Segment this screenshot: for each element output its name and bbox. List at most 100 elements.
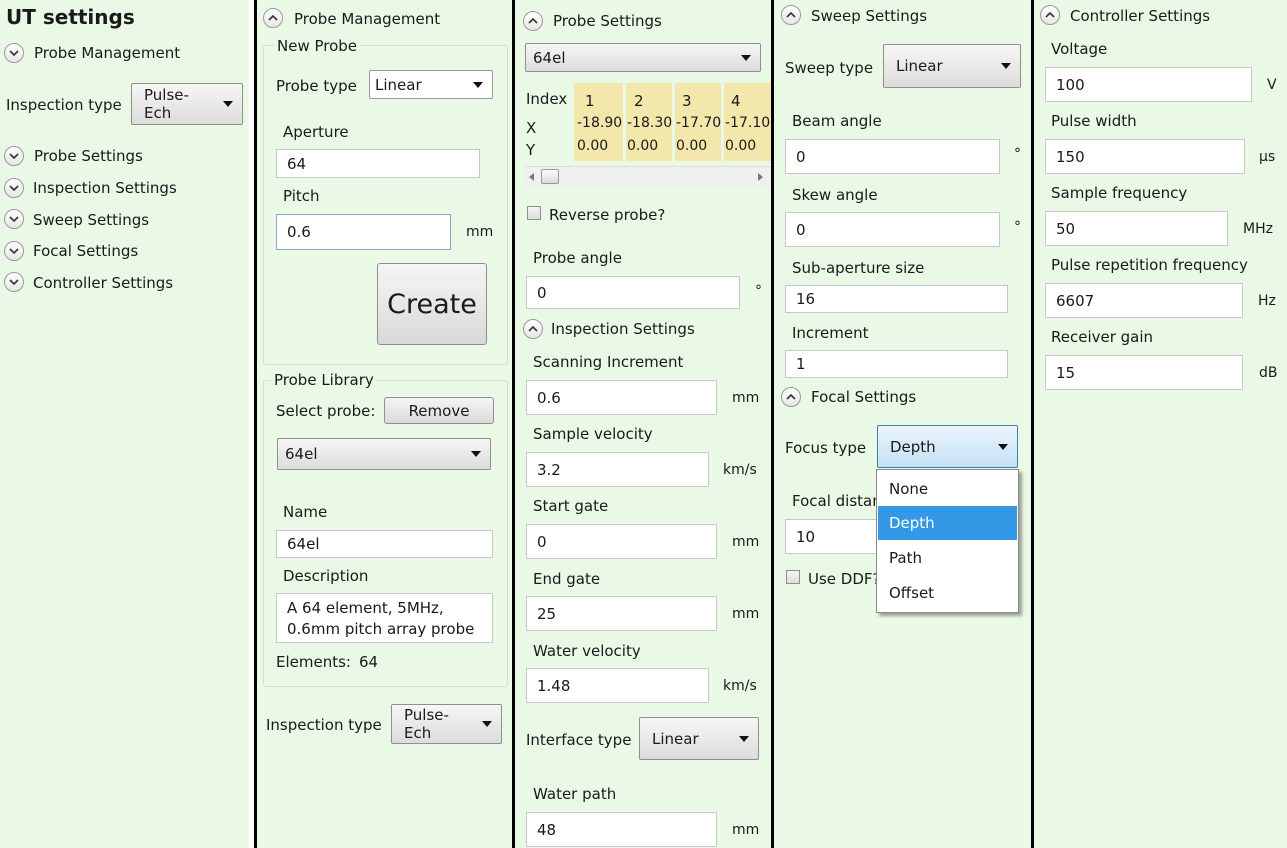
dropdown-option-path[interactable]: Path xyxy=(878,541,1017,575)
chevron-up-icon[interactable] xyxy=(781,5,801,25)
pulse-width-input[interactable]: 150 xyxy=(1045,139,1245,174)
voltage-input[interactable]: 100 xyxy=(1045,67,1252,102)
chevron-down-icon[interactable] xyxy=(4,272,24,292)
sub-aperture-input[interactable]: 16 xyxy=(785,285,1008,313)
chevron-down-icon[interactable] xyxy=(4,43,24,63)
scan-increment-input[interactable]: 0.6 xyxy=(526,380,717,415)
chevron-down-icon[interactable] xyxy=(4,209,24,229)
use-ddf-label[interactable]: Use DDF? xyxy=(808,570,880,588)
probe-type-select[interactable]: Linear xyxy=(369,70,493,99)
interface-type-select[interactable]: Linear xyxy=(639,717,759,760)
start-gate-input[interactable]: 0 xyxy=(526,524,717,559)
beam-angle-input[interactable]: 0 xyxy=(785,139,1000,174)
dropdown-option-none[interactable]: None xyxy=(878,472,1017,506)
select-probe-dropdown[interactable]: 64el xyxy=(277,438,491,470)
chevron-down-icon xyxy=(482,721,492,727)
description-label: Description xyxy=(283,567,369,585)
section-sweep-settings[interactable]: Sweep Settings xyxy=(33,211,149,229)
scroll-left-icon[interactable] xyxy=(529,173,534,181)
section-probe-settings[interactable]: Probe Settings xyxy=(34,147,143,165)
beam-angle-unit: ° xyxy=(1014,146,1021,162)
section-inspection-settings[interactable]: Inspection Settings xyxy=(33,179,177,197)
pitch-unit: mm xyxy=(466,224,494,240)
beam-angle-label: Beam angle xyxy=(792,112,882,130)
probe-angle-unit: ° xyxy=(755,283,762,299)
new-probe-title: New Probe xyxy=(274,37,361,55)
probe-settings-panel: Probe Settings 64el Index X Y 1 2 3 4 -1… xyxy=(515,0,771,848)
chevron-down-icon[interactable] xyxy=(4,146,24,166)
inspection-type-select[interactable]: Pulse-Ech xyxy=(391,704,502,744)
water-velocity-input[interactable]: 1.48 xyxy=(526,668,709,703)
prf-unit: Hz xyxy=(1258,293,1276,309)
select-probe-value: 64el xyxy=(285,445,318,463)
horizontal-scrollbar[interactable] xyxy=(525,166,771,187)
select-probe-label: Select probe: xyxy=(276,402,376,420)
inspection-settings-header[interactable]: Inspection Settings xyxy=(551,320,695,338)
reverse-probe-label[interactable]: Reverse probe? xyxy=(549,206,665,224)
chevron-down-icon[interactable] xyxy=(4,241,24,261)
focus-type-select[interactable]: Depth xyxy=(877,425,1018,468)
water-velocity-label: Water velocity xyxy=(533,642,641,660)
prf-input[interactable]: 6607 xyxy=(1045,283,1243,318)
name-input[interactable]: 64el xyxy=(276,530,493,558)
focal-distance-input[interactable]: 10 xyxy=(785,519,885,554)
dropdown-option-offset[interactable]: Offset xyxy=(878,576,1017,610)
probe-library-title: Probe Library xyxy=(271,371,377,389)
controller-settings-header[interactable]: Controller Settings xyxy=(1070,7,1210,25)
elements-value: 64 xyxy=(359,653,379,671)
pulse-width-unit: µs xyxy=(1259,149,1276,165)
scroll-right-icon[interactable] xyxy=(758,173,763,181)
skew-angle-input[interactable]: 0 xyxy=(785,212,1000,247)
chevron-up-icon[interactable] xyxy=(523,319,543,339)
inspection-type-select[interactable]: Pulse-Ech xyxy=(131,83,243,125)
aperture-label: Aperture xyxy=(283,123,349,141)
sample-velocity-label: Sample velocity xyxy=(533,425,653,443)
probe-settings-header[interactable]: Probe Settings xyxy=(553,12,662,30)
dropdown-option-depth[interactable]: Depth xyxy=(878,506,1017,540)
focal-settings-header[interactable]: Focal Settings xyxy=(811,388,916,406)
sweep-settings-header[interactable]: Sweep Settings xyxy=(811,7,927,25)
receiver-gain-input[interactable]: 15 xyxy=(1045,355,1243,390)
inspection-type-value: Pulse-Ech xyxy=(404,706,449,742)
chevron-up-icon[interactable] xyxy=(1040,5,1060,25)
sub-aperture-label: Sub-aperture size xyxy=(792,259,925,277)
probe-angle-input[interactable]: 0 xyxy=(526,276,740,309)
probe-select[interactable]: 64el xyxy=(525,43,761,72)
use-ddf-checkbox[interactable] xyxy=(786,570,800,584)
description-input[interactable]: A 64 element, 5MHz, 0.6mm pitch array pr… xyxy=(276,593,493,643)
interface-type-value: Linear xyxy=(652,729,699,748)
section-focal-settings[interactable]: Focal Settings xyxy=(33,242,138,260)
sample-frequency-input[interactable]: 50 xyxy=(1045,211,1228,246)
probe-type-value: Linear xyxy=(375,75,422,94)
scan-increment-unit: mm xyxy=(732,390,760,406)
end-gate-input[interactable]: 25 xyxy=(526,596,717,631)
interface-type-label: Interface type xyxy=(526,731,632,749)
chevron-up-icon[interactable] xyxy=(781,387,801,407)
reverse-probe-checkbox[interactable] xyxy=(527,206,541,220)
grid-y-cell: 0.00 xyxy=(725,138,757,154)
sweep-type-select[interactable]: Linear xyxy=(883,44,1021,88)
inspection-type-value: Pulse-Ech xyxy=(144,86,189,122)
remove-button[interactable]: Remove xyxy=(384,397,494,424)
chevron-up-icon[interactable] xyxy=(263,8,283,28)
chevron-up-icon[interactable] xyxy=(523,11,543,31)
chevron-down-icon[interactable] xyxy=(4,178,24,198)
section-probe-management[interactable]: Probe Management xyxy=(34,44,180,62)
sample-velocity-unit: km/s xyxy=(723,462,757,478)
create-button[interactable]: Create xyxy=(377,263,487,345)
increment-input[interactable]: 1 xyxy=(785,350,1008,378)
prf-label: Pulse repetition frequency xyxy=(1051,256,1248,274)
scroll-thumb[interactable] xyxy=(541,169,559,184)
description-line-1: A 64 element, 5MHz, xyxy=(287,599,444,617)
chevron-down-icon xyxy=(473,81,483,88)
section-controller-settings[interactable]: Controller Settings xyxy=(33,274,173,292)
receiver-gain-label: Receiver gain xyxy=(1051,328,1154,346)
sample-velocity-input[interactable]: 3.2 xyxy=(526,452,709,487)
aperture-input[interactable]: 64 xyxy=(276,149,480,178)
pitch-input[interactable]: 0.6 xyxy=(276,214,451,250)
probe-angle-label: Probe angle xyxy=(533,249,622,267)
chevron-down-icon xyxy=(998,443,1008,450)
water-path-input[interactable]: 48 xyxy=(526,812,717,847)
grid-y-cell: 0.00 xyxy=(577,138,609,154)
probe-management-header[interactable]: Probe Management xyxy=(294,10,440,28)
